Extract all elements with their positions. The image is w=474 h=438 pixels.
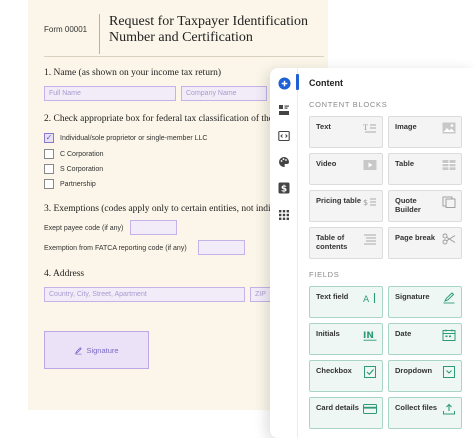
- checkbox-row-individual[interactable]: ✓ Individual/sole proprietor or single-m…: [44, 133, 207, 143]
- image-icon: [442, 122, 456, 134]
- tile-label: Date: [395, 329, 412, 338]
- full-name-field[interactable]: Full Name: [44, 86, 176, 101]
- block-table-of-contents[interactable]: Table of contents: [309, 227, 383, 259]
- fields-heading: FIELDS: [309, 270, 340, 279]
- block-text[interactable]: Text T: [309, 116, 383, 148]
- content-panel: $ Content CONTENT BLOCKS Text T Image Vi…: [270, 68, 474, 438]
- pen-icon: [75, 346, 83, 354]
- pen-icon: [443, 292, 455, 304]
- tile-label: Table: [395, 159, 415, 168]
- tile-label: Quote Builder: [395, 196, 421, 214]
- tile-label: Image: [395, 122, 417, 131]
- svg-text:$: $: [281, 184, 287, 194]
- fatca-label: Exemption from FATCA reporting code (if …: [44, 245, 187, 252]
- tile-label: Dropdown: [395, 366, 433, 375]
- svg-text:T: T: [363, 123, 368, 132]
- panel-rail: $: [270, 68, 299, 438]
- field-date[interactable]: Date: [388, 323, 462, 355]
- section-exemptions-heading: 3. Exemptions (codes apply only to certa…: [44, 204, 276, 214]
- company-name-field[interactable]: Company Name: [181, 86, 267, 101]
- block-pricing-table[interactable]: Pricing table $: [309, 190, 383, 222]
- table-icon: [442, 160, 456, 170]
- tile-label: Card details: [316, 403, 359, 412]
- content-blocks-heading: CONTENT BLOCKS: [309, 100, 388, 109]
- tile-label: Checkbox: [316, 366, 352, 375]
- form-number: Form 00001: [44, 25, 88, 34]
- checkbox-icon: [364, 366, 376, 378]
- text-field-icon: A: [363, 293, 376, 304]
- block-page-break[interactable]: Page break: [388, 227, 462, 259]
- text-icon: T: [363, 123, 376, 133]
- form-header: Form 00001 Request for Taxpayer Identifi…: [44, 14, 328, 54]
- field-signature[interactable]: Signature: [388, 286, 462, 318]
- field-collect-files[interactable]: Collect files: [388, 397, 462, 429]
- tile-label: Initials: [316, 329, 340, 338]
- checkbox-row-partnership[interactable]: Partnership: [44, 179, 96, 189]
- signature-field[interactable]: Signature: [44, 331, 149, 369]
- section-classification-heading: 2. Check appropriate box for federal tax…: [44, 114, 273, 124]
- header-divider: [99, 14, 100, 54]
- form-title: Request for Taxpayer Identification Numb…: [109, 14, 308, 45]
- checkbox-s-corporation[interactable]: [44, 164, 54, 174]
- tile-label: Text: [316, 122, 331, 131]
- address-field[interactable]: Country, City, Street, Apartment: [44, 287, 245, 302]
- field-dropdown[interactable]: Dropdown: [388, 360, 462, 392]
- apps-grid-icon[interactable]: [277, 208, 291, 222]
- checkbox-row-s-corp[interactable]: S Corporation: [44, 164, 103, 174]
- svg-text:$: $: [363, 198, 368, 207]
- block-video[interactable]: Video: [309, 153, 383, 185]
- svg-text:A: A: [363, 295, 370, 304]
- block-table[interactable]: Table: [388, 153, 462, 185]
- tile-label: Text field: [316, 292, 349, 301]
- field-text-field[interactable]: Text field A: [309, 286, 383, 318]
- signature-label: Signature: [86, 345, 119, 355]
- code-embed-icon[interactable]: [277, 129, 291, 143]
- exempt-payee-field[interactable]: [130, 220, 177, 235]
- field-initials[interactable]: Initials IN: [309, 323, 383, 355]
- tile-label: Page break: [395, 233, 436, 242]
- dropdown-icon: [443, 366, 455, 378]
- blocks-icon[interactable]: [277, 103, 291, 117]
- video-icon: [363, 160, 377, 170]
- svg-text:IN: IN: [363, 331, 374, 341]
- block-quote-builder[interactable]: Quote Builder: [388, 190, 462, 222]
- add-content-icon[interactable]: [277, 76, 291, 90]
- block-image[interactable]: Image: [388, 116, 462, 148]
- checkbox-partnership[interactable]: [44, 179, 54, 189]
- palette-icon[interactable]: [277, 155, 291, 169]
- checkbox-label: S Corporation: [60, 165, 104, 173]
- field-checkbox[interactable]: Checkbox: [309, 360, 383, 392]
- checkbox-individual[interactable]: ✓: [44, 133, 54, 143]
- card-icon: [363, 404, 377, 414]
- header-rule: [44, 56, 324, 57]
- fatca-field[interactable]: [198, 240, 245, 255]
- section-address-heading: 4. Address: [44, 269, 85, 279]
- scissors-icon: [442, 233, 456, 245]
- dollar-icon[interactable]: $: [277, 181, 291, 195]
- pricing-table-icon: $: [363, 198, 376, 207]
- quote-builder-icon: [442, 196, 456, 208]
- field-card-details[interactable]: Card details: [309, 397, 383, 429]
- checkbox-label: Partnership: [60, 180, 96, 188]
- upload-icon: [443, 403, 455, 415]
- checkbox-label: Individual/sole proprietor or single-mem…: [60, 134, 208, 142]
- checkbox-row-c-corp[interactable]: C Corporation: [44, 149, 104, 159]
- toc-icon: [364, 234, 376, 245]
- tile-label: Pricing table: [316, 196, 362, 205]
- rail-active-indicator: [296, 74, 299, 90]
- checkbox-c-corporation[interactable]: [44, 149, 54, 159]
- tile-label: Signature: [395, 292, 430, 301]
- exempt-payee-label: Exept payee code (if any): [44, 225, 124, 232]
- tile-label: Table of contents: [316, 233, 348, 251]
- calendar-icon: [442, 329, 456, 341]
- checkbox-label: C Corporation: [60, 150, 104, 158]
- panel-title: Content: [309, 78, 343, 88]
- tile-label: Video: [316, 159, 337, 168]
- section-name-heading: 1. Name (as shown on your income tax ret…: [44, 68, 222, 78]
- tile-label: Collect files: [395, 403, 438, 412]
- initials-icon: IN: [363, 331, 377, 341]
